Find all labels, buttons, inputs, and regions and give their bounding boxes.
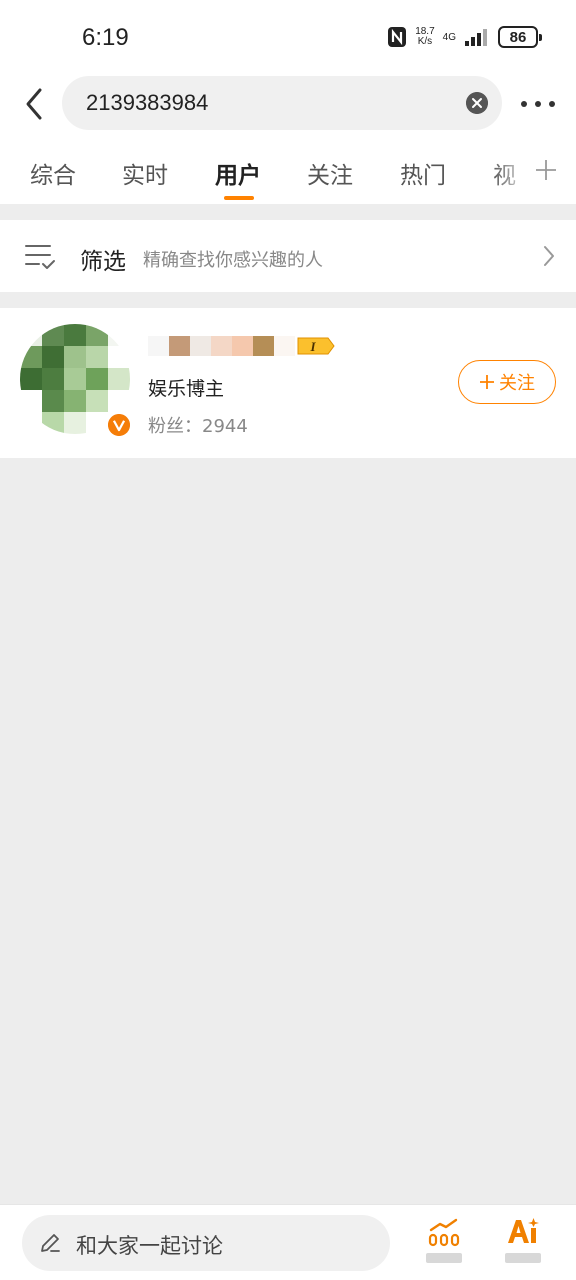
status-bar: 6:19 18.7 K/s 4G 86 <box>0 0 576 76</box>
filter-label: 筛选 <box>80 249 126 275</box>
battery-indicator: 86 <box>498 26 542 48</box>
net-speed: 18.7 K/s <box>415 27 434 47</box>
network-type: 4G <box>442 31 456 43</box>
tab-hot[interactable]: 热门 <box>400 156 446 190</box>
search-tabs: 综合 实时 用户 关注 热门 视 <box>0 134 576 204</box>
tab-comprehensive[interactable]: 综合 <box>30 156 76 190</box>
user-result-card[interactable]: I 娱乐博主 粉丝：2944 关注 <box>0 308 576 458</box>
bottom-bar: 和大家一起讨论 <box>0 1204 576 1280</box>
stats-label-obscured <box>426 1253 462 1263</box>
search-input[interactable]: 2139383984 <box>62 76 502 130</box>
filter-icon <box>25 245 55 269</box>
chevron-right-icon <box>544 246 554 266</box>
status-time: 6:19 <box>82 24 129 51</box>
filter-row[interactable]: 筛选 精确查找你感兴趣的人 <box>0 220 576 292</box>
comment-input[interactable]: 和大家一起讨论 <box>22 1215 390 1271</box>
plus-icon[interactable] <box>534 158 558 182</box>
tabs-fade <box>492 134 532 204</box>
battery-level: 86 <box>509 28 527 46</box>
ai-label-obscured <box>505 1253 541 1263</box>
comment-placeholder: 和大家一起讨论 <box>76 1234 223 1258</box>
tab-following[interactable]: 关注 <box>307 156 353 190</box>
search-header: 2139383984 <box>0 76 576 134</box>
tab-users[interactable]: 用户 <box>215 156 261 190</box>
ai-icon[interactable] <box>506 1217 540 1247</box>
pen-icon <box>41 1234 60 1252</box>
follow-button[interactable]: 关注 <box>458 360 556 404</box>
follow-plus-icon <box>480 375 494 389</box>
status-indicators: 18.7 K/s 4G 86 <box>387 26 542 48</box>
more-icon[interactable] <box>520 94 556 114</box>
level-text: I <box>309 339 316 354</box>
verified-icon <box>106 412 132 438</box>
level-badge-icon: I <box>297 337 335 355</box>
signal-icon <box>465 29 487 46</box>
nfc-icon <box>388 27 407 47</box>
user-fans-count: 粉丝：2944 <box>148 416 248 437</box>
clear-icon[interactable] <box>466 92 488 114</box>
user-name-obscured[interactable] <box>148 336 295 356</box>
back-icon[interactable] <box>20 86 48 122</box>
net-speed-unit: K/s <box>417 36 433 47</box>
active-tab-indicator <box>224 196 254 200</box>
follow-label: 关注 <box>499 373 535 394</box>
filter-description: 精确查找你感兴趣的人 <box>143 250 323 271</box>
user-role: 娱乐博主 <box>148 378 225 400</box>
tab-realtime[interactable]: 实时 <box>122 156 168 190</box>
stats-icon[interactable] <box>428 1217 460 1247</box>
search-query[interactable]: 2139383984 <box>86 90 208 116</box>
